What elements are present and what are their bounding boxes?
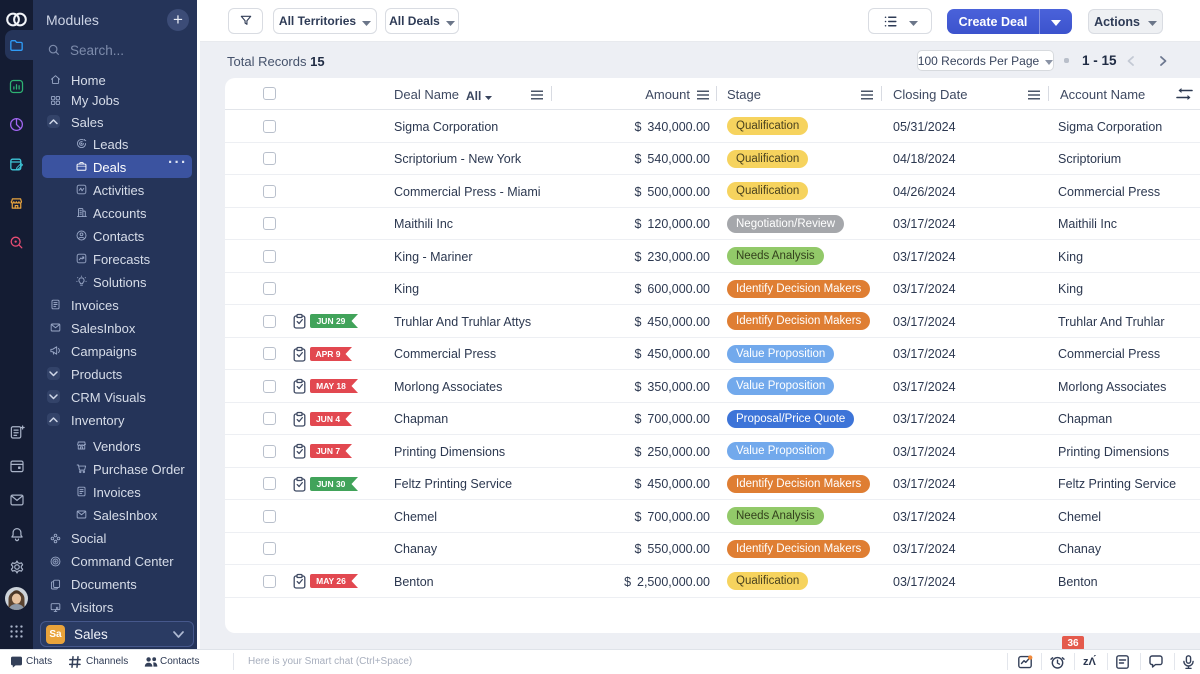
svg-text:JUN 4: JUN 4 xyxy=(316,414,340,424)
svg-text:MAY 26: MAY 26 xyxy=(316,576,346,586)
svg-text:JUN 7: JUN 7 xyxy=(316,446,340,456)
svg-text:APR 9: APR 9 xyxy=(315,349,340,359)
svg-text:MAY 18: MAY 18 xyxy=(316,381,346,391)
svg-text:JUN 29: JUN 29 xyxy=(317,316,346,326)
svg-text:JUN 30: JUN 30 xyxy=(317,479,346,489)
